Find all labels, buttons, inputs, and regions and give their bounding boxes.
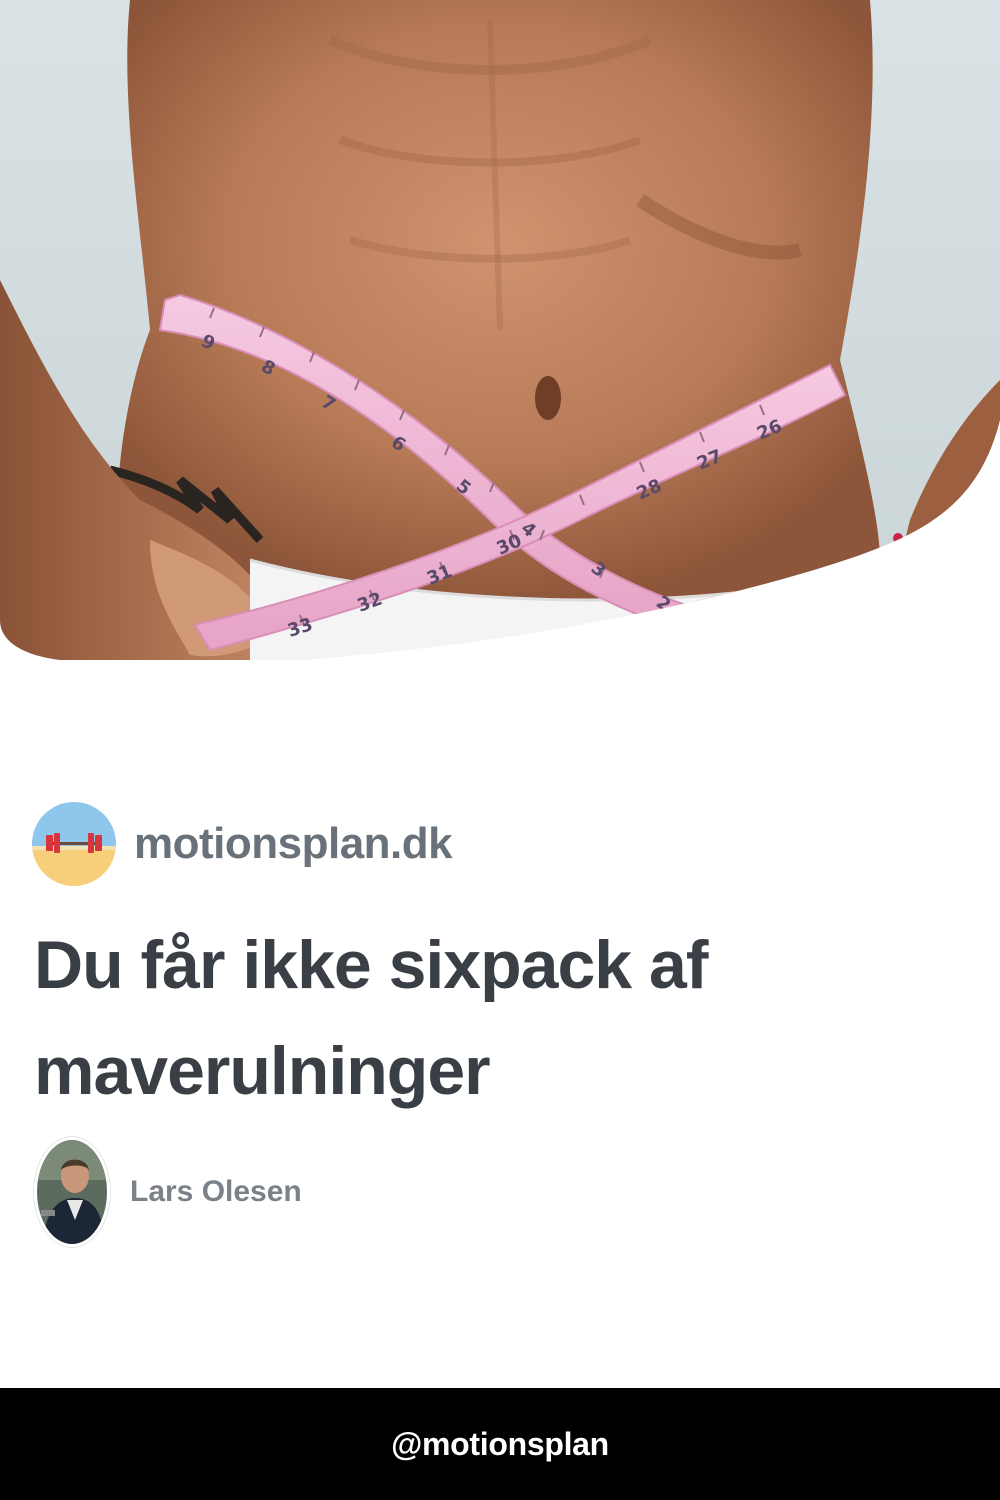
barbell-icon [32,802,116,886]
source-row[interactable]: motionsplan.dk [32,802,453,886]
site-name[interactable]: motionsplan.dk [134,819,453,869]
pin-card: 9 8 7 6 5 4 3 2 26 27 28 30 31 32 33 mot… [0,0,1000,1500]
page-title[interactable]: Du får ikke sixpack af maverulninger [34,912,934,1124]
footer-bar: @motionsplan [0,1388,1000,1500]
hero-image[interactable]: 9 8 7 6 5 4 3 2 26 27 28 30 31 32 33 [0,0,1000,700]
title-line-1: Du får ikke sixpack af [34,927,708,1003]
avatar[interactable] [34,1137,110,1247]
author-row[interactable]: Lars Olesen [34,1137,302,1247]
account-handle[interactable]: @motionsplan [391,1426,609,1463]
title-line-2: maverulninger [34,1033,491,1109]
author-name[interactable]: Lars Olesen [130,1175,302,1209]
